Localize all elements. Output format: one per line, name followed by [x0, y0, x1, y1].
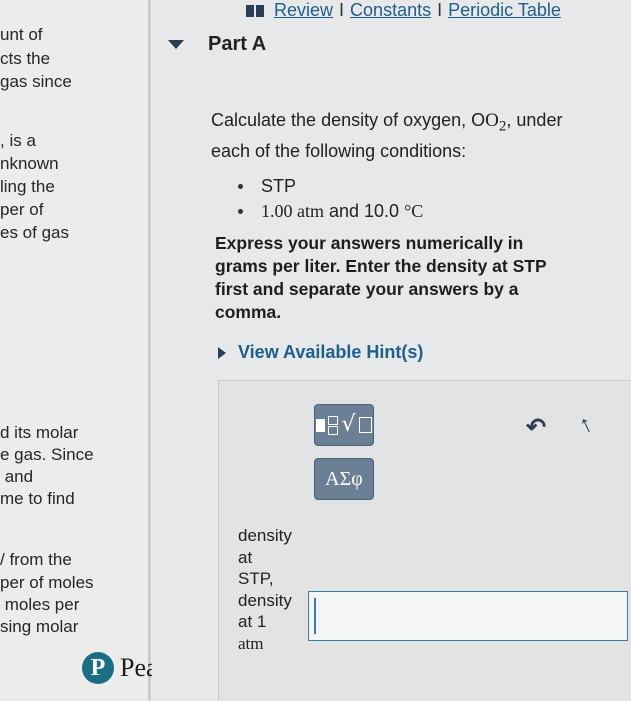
left-text-line: gas since [0, 72, 72, 91]
templates-icon: √ [316, 414, 372, 436]
left-text-line: sing molar [0, 617, 79, 636]
left-text-line: per of moles [0, 573, 94, 592]
link-separator: I [437, 0, 443, 20]
top-links: Review I Constants I Periodic Table [246, 0, 561, 21]
conditions-list: STP 1.00 atm and 10.0 °C [238, 174, 423, 224]
condition-temp-unit: °C [404, 201, 424, 221]
condition-stp: STP [261, 176, 297, 196]
book-icon [246, 4, 264, 17]
left-text-line: / from the [0, 550, 72, 569]
left-text-line: unt of [0, 25, 43, 44]
link-separator: I [339, 0, 345, 20]
undo-icon[interactable]: ↶ [526, 413, 546, 442]
left-text-line: and [0, 467, 34, 486]
condition-item: STP [238, 174, 423, 199]
condition-pressure: 1.00 atm [261, 201, 324, 221]
left-text-line: cts the [0, 49, 51, 68]
answer-panel: √ ΑΣφ ↶ ↑ density at STP, density at 1 a… [218, 380, 631, 701]
left-text-line: moles per [0, 595, 80, 614]
caret-down-icon[interactable] [168, 40, 184, 49]
review-link[interactable]: Review [274, 0, 333, 21]
left-text-line: per of [0, 200, 44, 219]
answer-label-line: at [238, 547, 253, 567]
answer-label-line: density [238, 526, 292, 545]
part-a-header[interactable]: Part A [168, 33, 266, 56]
answer-label-line: density [238, 590, 292, 610]
pearson-logo-icon: P [82, 652, 114, 684]
answer-label-line: at 1 [238, 612, 267, 631]
caret-right-icon[interactable] [218, 346, 226, 359]
left-text-line: nknown [0, 154, 59, 173]
left-text-line: ling the [0, 177, 55, 196]
bullet-icon [238, 209, 243, 214]
left-text-line: d its molar [0, 423, 79, 442]
condition-and-temp: and 10.0 [324, 201, 405, 221]
question-text-start: Calculate the density of oxygen, O [211, 110, 486, 130]
part-title: Part A [208, 33, 267, 55]
oxygen-symbol: O [485, 110, 499, 131]
answer-label-line: STP, [238, 569, 274, 588]
left-text-line: es of gas [0, 223, 69, 242]
left-text-line: , is a [0, 131, 36, 150]
answer-label: density at STP, density at 1 atm [238, 525, 306, 654]
templates-button[interactable]: √ [314, 404, 374, 446]
left-panel: unt of cts the gas since , is a nknown l… [0, 0, 202, 700]
answer-instruction: Express your answers numerically in gram… [215, 233, 547, 322]
answer-input[interactable] [308, 591, 628, 641]
constants-link[interactable]: Constants [350, 0, 431, 21]
greek-symbols-button[interactable]: ΑΣφ [314, 458, 374, 500]
left-text-line: e gas. Since [0, 445, 94, 464]
periodic-table-link[interactable]: Periodic Table [448, 0, 561, 21]
hint-link[interactable]: View Available Hint(s) [238, 342, 423, 363]
left-text-line: me to find [0, 489, 75, 508]
condition-item: 1.00 atm and 10.0 °C [238, 199, 423, 224]
text-cursor [314, 598, 316, 634]
question-text: Calculate the density of oxygen, OO2, un… [211, 108, 601, 163]
bullet-icon [238, 184, 243, 189]
answer-label-line: atm [238, 633, 264, 653]
redo-icon[interactable]: ↑ [575, 410, 598, 440]
hint-toggle[interactable]: View Available Hint(s) [218, 342, 423, 363]
